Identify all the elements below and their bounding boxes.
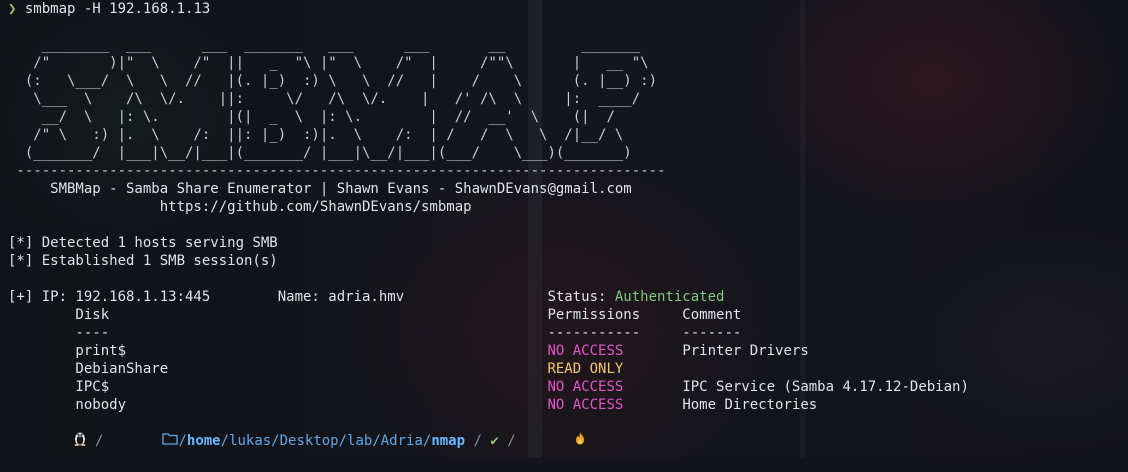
linux-tux-icon bbox=[22, 410, 87, 472]
table-header: Disk Permissions Comment bbox=[8, 307, 742, 323]
check-icon: ✔ bbox=[490, 433, 499, 449]
banner-art-line-3: (: \___/ \ \ // |(. |_) :) \ \ // | / \ … bbox=[8, 73, 658, 89]
prompt-arrow-icon: ❯ bbox=[8, 1, 17, 17]
table-row: DebianShare READ ONLY bbox=[8, 360, 682, 378]
terminal[interactable]: ❯ smbmap -H 192.168.1.13 ________ ___ __… bbox=[0, 0, 1128, 458]
host-line: [+] IP: 192.168.1.13:445 Name: adria.hmv… bbox=[8, 288, 724, 306]
path-root: / bbox=[178, 433, 187, 449]
banner-art-line-7: (_______/ |___|\__/|___|(_______/ |___|\… bbox=[8, 145, 632, 161]
flame-icon bbox=[524, 411, 585, 471]
banner-divider: ----------------------------------------… bbox=[8, 163, 666, 179]
banner-art-line-4: \___ \ /\ \/. ||: \/ /\ \/. | /' /\ \ |:… bbox=[8, 91, 641, 107]
banner-url: https://github.com/ShawnDEvans/smbmap bbox=[8, 199, 472, 215]
message-session: [*] Established 1 SMB session(s) bbox=[8, 253, 278, 269]
banner-art-line-1: ________ ___ ___ _______ ___ ___ __ ____… bbox=[8, 37, 641, 53]
segment-separator: / bbox=[465, 433, 491, 449]
message-detected: [*] Detected 1 hosts serving SMB bbox=[8, 235, 278, 251]
status-authenticated: Authenticated bbox=[614, 289, 725, 305]
share-comment: Home Directories bbox=[682, 397, 818, 413]
segment-separator: / bbox=[86, 433, 112, 449]
banner-art-line-6: /" \ :) |. \ /: ||: |_) :)|. \ /: | / / … bbox=[8, 127, 624, 143]
folder-icon bbox=[112, 411, 179, 471]
share-name: IPC$ bbox=[8, 379, 548, 395]
table-row: IPC$ NO ACCESS IPC Service (Samba 4.17.1… bbox=[8, 378, 969, 396]
banner-credit: SMBMap - Samba Share Enumerator | Shawn … bbox=[8, 181, 632, 197]
share-permission: NO ACCESS bbox=[547, 343, 624, 359]
share-comment: Printer Drivers bbox=[682, 343, 809, 359]
share-name: print$ bbox=[8, 343, 548, 359]
command-text: smbmap -H 192.168.1.13 bbox=[24, 1, 211, 17]
table-row: print$ NO ACCESS Printer Drivers bbox=[8, 342, 809, 360]
share-comment: IPC Service (Samba 4.17.12-Debian) bbox=[682, 379, 969, 395]
prompt-status-bar: / / home/lukas/Desktop/lab/Adria/nmap / ✔… bbox=[22, 431, 585, 451]
host-info: [+] IP: 192.168.1.13:445 Name: adria.hmv… bbox=[8, 289, 615, 305]
share-name: nobody bbox=[8, 397, 548, 413]
banner-art-line-5: __/ \ |: \. |(| _ \ |: \. | // __' \ (| … bbox=[8, 109, 615, 125]
path-middle: /lukas/Desktop/lab/Adria/ bbox=[220, 433, 432, 449]
segment-separator: / bbox=[498, 433, 525, 449]
path-home: home bbox=[186, 433, 221, 449]
share-name: DebianShare bbox=[8, 361, 548, 377]
table-underline: ---- ----------- ------- bbox=[8, 325, 742, 341]
prompt-line: ❯ smbmap -H 192.168.1.13 bbox=[8, 0, 210, 18]
share-permission: NO ACCESS bbox=[547, 379, 624, 395]
share-permission: READ ONLY bbox=[547, 361, 624, 377]
path-current-dir: nmap bbox=[431, 433, 466, 449]
banner-art-line-2: /" )|" \ /" || _ "\ |" \ /" | /""\ | __ … bbox=[8, 55, 649, 71]
